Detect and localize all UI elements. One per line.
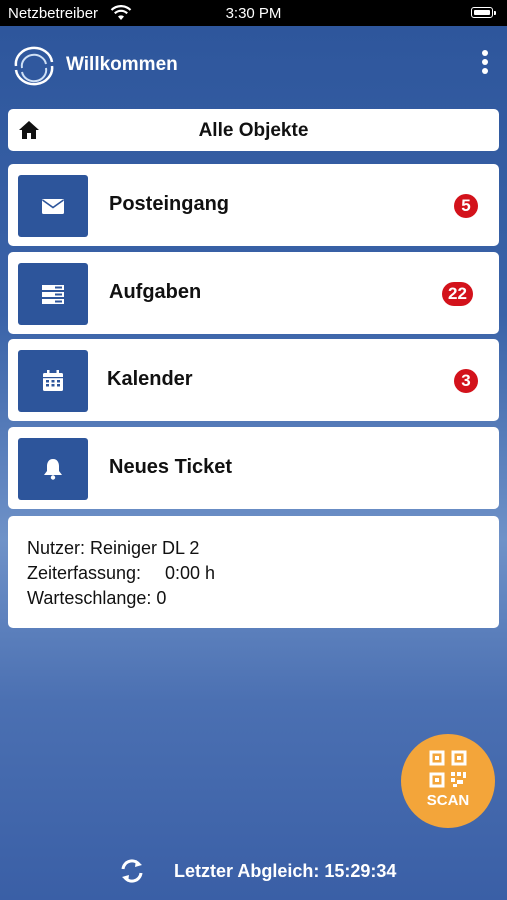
logo-icon: [14, 46, 54, 86]
tasks-badge: 22: [442, 282, 473, 306]
inbox-tile: [18, 175, 88, 237]
scan-label: SCAN: [426, 792, 470, 809]
scan-button[interactable]: SCAN: [401, 734, 495, 828]
inbox-card[interactable]: Posteingang 5: [8, 164, 499, 246]
page-title: Willkommen: [66, 54, 178, 75]
calendar-icon: [43, 370, 63, 391]
new-ticket-tile: [18, 438, 88, 500]
app-bar: Willkommen: [0, 26, 507, 100]
clock: 3:30 PM: [225, 5, 282, 22]
new-ticket-card[interactable]: Neues Ticket: [8, 427, 499, 509]
calendar-label: Kalender: [107, 368, 193, 390]
calendar-badge: 3: [454, 369, 478, 393]
qr-code-icon: [429, 750, 467, 788]
overflow-menu-icon[interactable]: [479, 50, 491, 78]
battery-icon: [471, 7, 496, 18]
sync-footer: Letzter Abgleich: 15:29:34: [0, 848, 507, 894]
time-tracking-value: 0:00 h: [165, 563, 216, 583]
last-sync-label: Letzter Abgleich: 15:29:34: [174, 861, 397, 881]
queue-line: Warteschlange: 0: [27, 588, 167, 608]
tasks-card[interactable]: Aufgaben 22: [8, 252, 499, 334]
user-line: Nutzer: Reiniger DL 2: [27, 538, 200, 558]
inbox-label: Posteingang: [109, 193, 230, 215]
inbox-badge: 5: [454, 194, 478, 218]
time-tracking-label: Zeiterfassung:: [27, 563, 142, 583]
list-icon: [42, 285, 64, 304]
mail-icon: [42, 199, 64, 214]
tasks-label: Aufgaben: [109, 281, 202, 303]
status-bar: Netzbetreiber 3:30 PM: [0, 0, 507, 26]
calendar-tile: [18, 350, 88, 412]
calendar-card[interactable]: Kalender 3: [8, 339, 499, 421]
all-objects-button[interactable]: Alle Objekte: [8, 109, 499, 151]
tasks-tile: [18, 263, 88, 325]
sync-icon[interactable]: [118, 857, 146, 885]
new-ticket-label: Neues Ticket: [109, 456, 233, 478]
info-panel: Nutzer: Reiniger DL 2 Zeiterfassung: 0:0…: [8, 516, 499, 628]
bell-icon: [44, 459, 62, 480]
all-objects-label: Alle Objekte: [198, 120, 309, 141]
